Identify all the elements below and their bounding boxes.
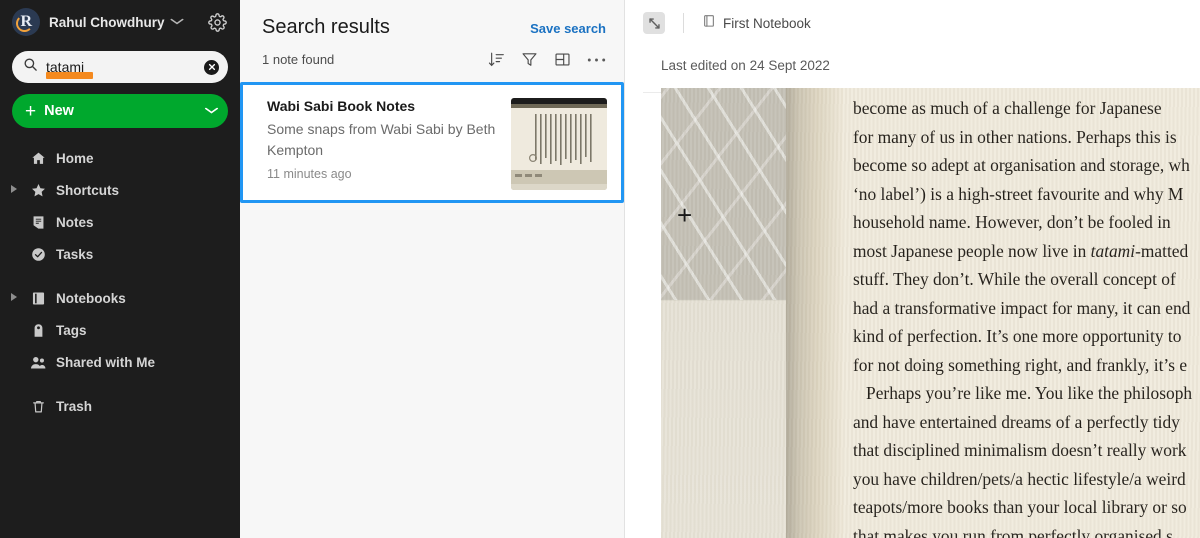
sidebar-item-label: Tags	[56, 322, 87, 338]
notebook-breadcrumb[interactable]: First Notebook	[702, 14, 811, 33]
new-button-label: New	[44, 103, 74, 119]
sidebar-item-label: Notes	[56, 214, 94, 230]
results-title-row: Search results Save search	[262, 16, 606, 39]
sidebar-nav: Home Shortcuts Notes Tasks Notebooks Tag…	[0, 142, 240, 422]
results-toolbar	[488, 51, 606, 68]
more-options-icon[interactable]	[587, 57, 606, 63]
add-content-plus-icon[interactable]: +	[677, 202, 692, 228]
book-cover-texture	[661, 88, 786, 300]
note-title: Wabi Sabi Book Notes	[267, 98, 416, 114]
save-search-button[interactable]: Save search	[530, 21, 606, 36]
sidebar-item-label: Notebooks	[56, 290, 126, 306]
people-icon	[29, 355, 47, 370]
book-text-line: that makes you run from perfectly organi…	[853, 525, 1173, 538]
plus-icon: +	[25, 100, 37, 122]
page-title: Search results	[262, 16, 390, 38]
sidebar-item-label: Shortcuts	[56, 182, 120, 198]
notebook-icon	[702, 14, 716, 33]
gear-icon[interactable]	[204, 9, 230, 35]
results-subheader: 1 note found	[262, 51, 606, 68]
last-edited-label: Last edited on 24 Sept 2022	[661, 58, 830, 73]
book-text-line: stuff. They don’t. While the overall con…	[853, 269, 1176, 289]
search-results-panel: Search results Save search 1 note found	[240, 0, 625, 538]
book-page-text: become as much of a challenge for Japane…	[853, 94, 1200, 538]
clear-icon[interactable]	[204, 59, 219, 75]
trash-icon	[29, 399, 47, 414]
book-text-line: kind of perfection. It’s one more opport…	[853, 326, 1182, 346]
sidebar-item-home[interactable]: Home	[0, 142, 240, 174]
book-text-line: teapots/more books than your local libra…	[853, 497, 1187, 517]
account-row[interactable]: R Rahul Chowdhury	[0, 0, 240, 44]
sidebar-item-shortcuts[interactable]: Shortcuts	[0, 174, 240, 206]
sidebar-item-label: Home	[56, 150, 94, 166]
book-text-line: that disciplined minimalism doesn’t real…	[853, 440, 1187, 460]
book-text-line: for many of us in other nations. Perhaps…	[853, 126, 1177, 147]
tag-icon	[29, 323, 47, 338]
note-list-item[interactable]: Wabi Sabi Book Notes Some snaps from Wab…	[240, 82, 624, 203]
book-right-page: become as much of a challenge for Japane…	[843, 88, 1200, 538]
book-text-line: become as much of a challenge for Japane…	[853, 98, 1162, 118]
sidebar-item-label: Tasks	[56, 246, 94, 262]
note-viewer-panel: First Notebook Last edited on 24 Sept 20…	[625, 0, 1200, 538]
sidebar-item-notebooks[interactable]: Notebooks	[0, 282, 240, 314]
note-icon	[29, 215, 47, 230]
nav-group-divider	[0, 270, 240, 282]
book-left-page	[661, 88, 786, 538]
header-separator	[683, 13, 684, 33]
avatar[interactable]: R	[12, 8, 40, 36]
sidebar-item-tasks[interactable]: Tasks	[0, 238, 240, 270]
book-text-line: and have entertained dreams of a perfect…	[853, 411, 1180, 432]
disclosure-triangle-icon[interactable]	[8, 293, 20, 303]
search-query-text: tatami	[46, 59, 196, 79]
new-wrap: + New	[0, 83, 240, 128]
search-wrap: tatami	[0, 44, 240, 83]
viewer-header: First Notebook Last edited on 24 Sept 20…	[625, 0, 1200, 93]
note-image-book-page[interactable]: become as much of a challenge for Japane…	[661, 88, 1200, 538]
check-circle-icon	[29, 247, 47, 262]
note-snippet: Some snaps from Wabi Sabi by Beth Kempto…	[267, 121, 496, 158]
sidebar-item-trash[interactable]: Trash	[0, 390, 240, 422]
filter-icon[interactable]	[521, 51, 538, 68]
book-text-line: for not doing something right, and frank…	[853, 354, 1188, 375]
search-icon	[23, 57, 38, 77]
sidebar-item-shared-with-me[interactable]: Shared with Me	[0, 346, 240, 378]
notebook-name: First Notebook	[723, 15, 811, 31]
chevron-down-icon[interactable]	[204, 105, 219, 117]
sidebar-item-label: Trash	[56, 398, 93, 414]
new-button[interactable]: + New	[12, 94, 228, 128]
note-count-label: 1 note found	[262, 52, 335, 67]
search-results-header: Search results Save search 1 note found	[240, 0, 624, 68]
app-window: R Rahul Chowdhury tatami + New Home Shor…	[0, 0, 1200, 538]
star-icon	[29, 183, 47, 198]
sidebar: R Rahul Chowdhury tatami + New Home Shor…	[0, 0, 240, 538]
viewer-header-row: First Notebook	[643, 10, 1200, 36]
nav-group-divider	[0, 378, 240, 390]
note-thumbnail	[511, 98, 607, 190]
book-text-line: most Japanese people now live in tatami-…	[853, 240, 1189, 261]
sort-icon[interactable]	[488, 51, 505, 68]
chevron-down-icon[interactable]	[169, 16, 184, 28]
book-text-line: ‘no label’) is a high-street favourite a…	[853, 183, 1184, 204]
layout-icon[interactable]	[554, 51, 571, 68]
book-gutter	[786, 88, 843, 538]
expand-icon[interactable]	[643, 12, 665, 34]
sidebar-item-tags[interactable]: Tags	[0, 314, 240, 346]
search-highlight-bar	[46, 72, 93, 79]
book-text-line: household name. However, don’t be fooled…	[853, 212, 1171, 232]
notebook-icon	[29, 291, 47, 306]
book-text-line: had a transformative impact for many, it…	[853, 297, 1191, 318]
avatar-initial: R	[20, 13, 32, 30]
note-card-text: Wabi Sabi Book Notes Some snaps from Wab…	[267, 98, 511, 187]
search-input[interactable]: tatami	[12, 51, 228, 83]
note-timestamp: 11 minutes ago	[267, 167, 352, 182]
account-name: Rahul Chowdhury	[49, 14, 165, 30]
disclosure-triangle-icon[interactable]	[8, 185, 20, 195]
home-icon	[29, 151, 47, 166]
book-text-line: you have children/pets/a hectic lifestyl…	[853, 468, 1186, 489]
book-text-line: Perhaps you’re like me. You like the phi…	[853, 383, 1193, 403]
sidebar-item-label: Shared with Me	[56, 354, 156, 370]
book-text-line: become so adept at organisation and stor…	[853, 155, 1190, 175]
sidebar-item-notes[interactable]: Notes	[0, 206, 240, 238]
